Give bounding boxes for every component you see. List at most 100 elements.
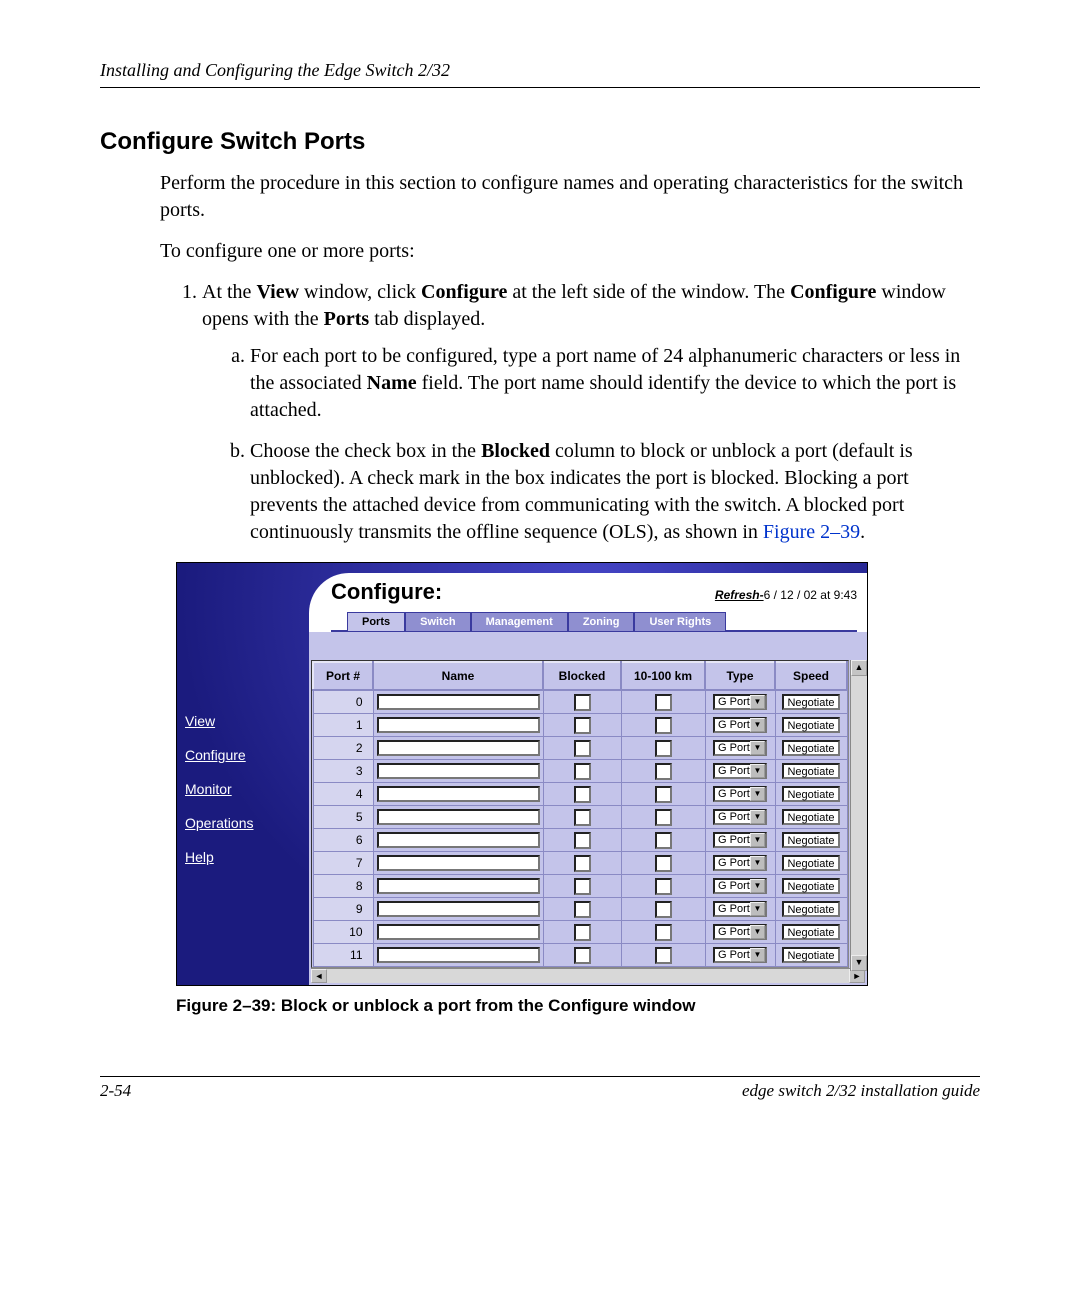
distance-checkbox[interactable] xyxy=(655,717,672,734)
port-type-select[interactable]: G Port▼ xyxy=(713,855,767,871)
port-type-select[interactable]: G Port▼ xyxy=(713,878,767,894)
port-speed-select[interactable]: Negotiate xyxy=(782,717,839,733)
blocked-checkbox[interactable] xyxy=(574,901,591,918)
distance-cell xyxy=(621,690,705,714)
chevron-down-icon: ▼ xyxy=(750,787,765,801)
scroll-right-icon[interactable]: ► xyxy=(849,969,865,983)
port-name-input[interactable] xyxy=(377,924,540,940)
scroll-down-icon[interactable]: ▼ xyxy=(851,955,867,971)
figure-reference-link[interactable]: Figure 2–39 xyxy=(763,521,860,543)
distance-checkbox[interactable] xyxy=(655,832,672,849)
distance-checkbox[interactable] xyxy=(655,786,672,803)
left-nav: View Configure Monitor Operations Help xyxy=(177,563,309,985)
distance-checkbox[interactable] xyxy=(655,694,672,711)
blocked-checkbox[interactable] xyxy=(574,694,591,711)
port-type-select[interactable]: G Port▼ xyxy=(713,809,767,825)
distance-checkbox[interactable] xyxy=(655,901,672,918)
nav-monitor[interactable]: Monitor xyxy=(185,781,301,797)
horizontal-scrollbar[interactable]: ◄ ► xyxy=(311,968,865,983)
col-name[interactable]: Name xyxy=(373,662,543,690)
port-speed-select[interactable]: Negotiate xyxy=(782,901,839,917)
tab-switch[interactable]: Switch xyxy=(405,612,470,631)
distance-checkbox[interactable] xyxy=(655,878,672,895)
distance-checkbox[interactable] xyxy=(655,740,672,757)
table-row: 7G Port▼Negotiate xyxy=(313,852,847,875)
port-speed-select[interactable]: Negotiate xyxy=(782,924,839,940)
port-type-select[interactable]: G Port▼ xyxy=(713,740,767,756)
port-name-input[interactable] xyxy=(377,901,540,917)
col-10-100km[interactable]: 10-100 km xyxy=(621,662,705,690)
port-name-input[interactable] xyxy=(377,786,540,802)
vertical-scrollbar[interactable]: ▲ ▼ xyxy=(850,660,867,971)
nav-help[interactable]: Help xyxy=(185,849,301,865)
distance-checkbox[interactable] xyxy=(655,809,672,826)
distance-checkbox[interactable] xyxy=(655,855,672,872)
port-type-select[interactable]: G Port▼ xyxy=(713,924,767,940)
blocked-checkbox[interactable] xyxy=(574,855,591,872)
port-speed-select[interactable]: Negotiate xyxy=(782,786,839,802)
distance-cell xyxy=(621,921,705,944)
tab-management[interactable]: Management xyxy=(471,612,568,631)
refresh-status[interactable]: Refresh-6 / 12 / 02 at 9:43 xyxy=(715,588,857,602)
port-name-input[interactable] xyxy=(377,694,540,710)
distance-cell xyxy=(621,898,705,921)
port-speed-select[interactable]: Negotiate xyxy=(782,878,839,894)
type-cell: G Port▼ xyxy=(705,944,775,967)
port-name-input[interactable] xyxy=(377,809,540,825)
port-type-select[interactable]: G Port▼ xyxy=(713,694,767,710)
port-name-input[interactable] xyxy=(377,878,540,894)
blocked-checkbox[interactable] xyxy=(574,717,591,734)
col-speed[interactable]: Speed xyxy=(775,662,847,690)
ports-tab-body: Port # Name Blocked 10-100 km Type Speed… xyxy=(309,632,867,985)
port-type-select[interactable]: G Port▼ xyxy=(713,832,767,848)
blocked-checkbox[interactable] xyxy=(574,809,591,826)
col-blocked[interactable]: Blocked xyxy=(543,662,621,690)
distance-checkbox[interactable] xyxy=(655,924,672,941)
port-number-cell: 11 xyxy=(313,944,373,967)
blocked-cell xyxy=(543,806,621,829)
port-speed-select[interactable]: Negotiate xyxy=(782,855,839,871)
port-number-cell: 3 xyxy=(313,760,373,783)
nav-configure[interactable]: Configure xyxy=(185,747,301,763)
table-row: 9G Port▼Negotiate xyxy=(313,898,847,921)
blocked-checkbox[interactable] xyxy=(574,947,591,964)
col-type[interactable]: Type xyxy=(705,662,775,690)
port-name-input[interactable] xyxy=(377,832,540,848)
tab-zoning[interactable]: Zoning xyxy=(568,612,635,631)
blocked-checkbox[interactable] xyxy=(574,740,591,757)
port-speed-select[interactable]: Negotiate xyxy=(782,694,839,710)
speed-cell: Negotiate xyxy=(775,875,847,898)
port-speed-select[interactable]: Negotiate xyxy=(782,947,839,963)
port-name-input[interactable] xyxy=(377,717,540,733)
distance-cell xyxy=(621,829,705,852)
tab-user-rights[interactable]: User Rights xyxy=(634,612,726,631)
port-speed-select[interactable]: Negotiate xyxy=(782,740,839,756)
distance-checkbox[interactable] xyxy=(655,947,672,964)
port-name-input[interactable] xyxy=(377,947,540,963)
blocked-checkbox[interactable] xyxy=(574,878,591,895)
footer-title: edge switch 2/32 installation guide xyxy=(742,1081,980,1101)
nav-operations[interactable]: Operations xyxy=(185,815,301,831)
port-speed-select[interactable]: Negotiate xyxy=(782,832,839,848)
port-type-select[interactable]: G Port▼ xyxy=(713,763,767,779)
scroll-up-icon[interactable]: ▲ xyxy=(851,660,867,676)
nav-view[interactable]: View xyxy=(185,713,301,729)
tab-ports[interactable]: Ports xyxy=(347,612,405,631)
blocked-checkbox[interactable] xyxy=(574,763,591,780)
blocked-checkbox[interactable] xyxy=(574,832,591,849)
distance-checkbox[interactable] xyxy=(655,763,672,780)
port-type-select[interactable]: G Port▼ xyxy=(713,786,767,802)
port-speed-select[interactable]: Negotiate xyxy=(782,763,839,779)
col-port-number[interactable]: Port # xyxy=(313,662,373,690)
port-name-input[interactable] xyxy=(377,740,540,756)
port-name-input[interactable] xyxy=(377,855,540,871)
blocked-cell xyxy=(543,783,621,806)
port-type-select[interactable]: G Port▼ xyxy=(713,901,767,917)
port-speed-select[interactable]: Negotiate xyxy=(782,809,839,825)
port-type-select[interactable]: G Port▼ xyxy=(713,717,767,733)
scroll-left-icon[interactable]: ◄ xyxy=(311,969,327,983)
blocked-checkbox[interactable] xyxy=(574,924,591,941)
port-type-select[interactable]: G Port▼ xyxy=(713,947,767,963)
blocked-checkbox[interactable] xyxy=(574,786,591,803)
port-name-input[interactable] xyxy=(377,763,540,779)
